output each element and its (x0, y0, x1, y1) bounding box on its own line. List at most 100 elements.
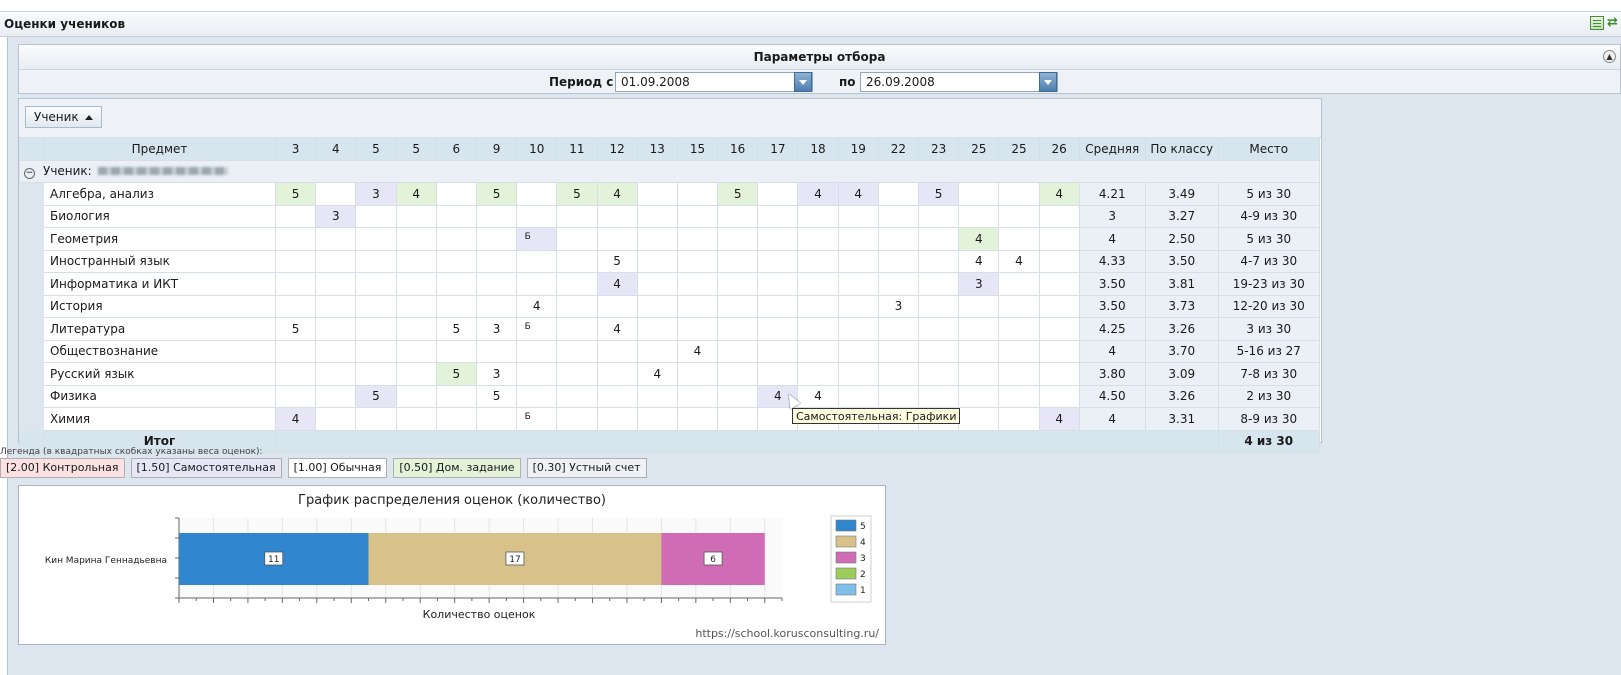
grade-cell[interactable] (797, 249, 839, 273)
grade-cell[interactable] (757, 204, 799, 228)
grade-cell[interactable] (274, 294, 317, 318)
grade-cell[interactable] (636, 204, 678, 228)
column-header-place[interactable]: Место (1217, 137, 1320, 161)
grade-cell[interactable] (556, 317, 598, 341)
table-row[interactable]: История 4 3 3.50 3.73 12-20 из 30 (19, 294, 1320, 318)
grade-cell[interactable] (958, 182, 1000, 206)
grade-cell[interactable] (676, 384, 719, 408)
grade-cell[interactable] (435, 227, 477, 251)
column-header-day[interactable]: 17 (757, 137, 799, 161)
table-row[interactable]: Физика 5 5 4 4 4.50 3.26 2 из 30 (19, 384, 1320, 408)
date-from-field[interactable]: 01.09.2008 (615, 72, 813, 92)
grade-cell[interactable] (958, 407, 1000, 431)
grade-cell[interactable] (596, 227, 638, 251)
grade-cell[interactable] (355, 272, 397, 296)
grade-cell[interactable] (315, 249, 357, 273)
grade-cell[interactable] (757, 339, 799, 363)
grade-cell[interactable] (475, 407, 518, 431)
grade-cell[interactable] (435, 339, 477, 363)
column-header-day[interactable]: 5 (395, 137, 437, 161)
column-header-day[interactable]: 25 (958, 137, 1000, 161)
grade-cell[interactable] (797, 227, 839, 251)
table-row[interactable]: Алгебра, анализ 5 3 4 5 5 4 5 4 4 5 4 4.21 3.49 5 из 3… (19, 182, 1320, 206)
grade-cell[interactable] (355, 249, 397, 273)
grade-cell[interactable] (395, 362, 437, 386)
grade-cell[interactable] (516, 339, 558, 363)
grade-cell[interactable] (556, 407, 598, 431)
grade-cell[interactable] (556, 339, 598, 363)
grade-cell[interactable] (315, 182, 357, 206)
grade-cell[interactable] (717, 339, 759, 363)
grade-cell[interactable] (917, 294, 960, 318)
grade-cell[interactable] (757, 317, 799, 341)
refresh-icon[interactable]: ⇄ (1607, 16, 1619, 30)
grade-cell[interactable] (676, 317, 719, 341)
grade-cell[interactable] (315, 317, 357, 341)
grade-cell[interactable]: 3 (958, 272, 1000, 296)
grade-cell[interactable] (676, 249, 719, 273)
grade-cell[interactable]: 5 (274, 317, 317, 341)
grade-cell[interactable]: 4 (797, 182, 839, 206)
grade-cell[interactable] (998, 294, 1040, 318)
grade-cell[interactable] (1038, 249, 1080, 273)
grade-cell[interactable] (556, 362, 598, 386)
grade-cell[interactable] (516, 182, 558, 206)
grade-cell[interactable] (837, 272, 879, 296)
grade-cell[interactable] (556, 272, 598, 296)
table-row[interactable]: Химия 4 Б 4 4 3.31 8-9 из 30 (19, 407, 1320, 431)
grade-cell[interactable]: Б (516, 317, 558, 341)
grade-cell[interactable] (877, 317, 920, 341)
column-header-day[interactable]: 19 (837, 137, 879, 161)
grade-cell[interactable] (475, 227, 518, 251)
grade-cell[interactable] (636, 339, 678, 363)
grade-cell[interactable] (717, 317, 759, 341)
grade-cell[interactable] (516, 272, 558, 296)
grade-cell[interactable] (958, 339, 1000, 363)
grade-cell[interactable] (717, 272, 759, 296)
grade-cell[interactable] (315, 384, 357, 408)
grade-cell[interactable] (877, 204, 920, 228)
grade-cell[interactable] (1038, 317, 1080, 341)
grade-cell[interactable] (596, 362, 638, 386)
grade-cell[interactable]: 5 (596, 249, 638, 273)
table-row[interactable]: Русский язык 5 3 4 3.80 3.09 7-8 из 30 (19, 362, 1320, 386)
grade-cell[interactable] (877, 227, 920, 251)
grade-cell[interactable]: 5 (435, 317, 477, 341)
column-header-day[interactable]: 4 (315, 137, 357, 161)
grade-cell[interactable] (355, 294, 397, 318)
grade-cell[interactable] (395, 317, 437, 341)
grade-cell[interactable] (274, 204, 317, 228)
grade-cell[interactable] (958, 294, 1000, 318)
grade-cell[interactable] (917, 339, 960, 363)
grade-cell[interactable]: 5 (475, 182, 518, 206)
grade-cell[interactable] (435, 249, 477, 273)
column-header-day[interactable]: 23 (917, 137, 960, 161)
grade-cell[interactable]: 4 (596, 182, 638, 206)
grade-cell[interactable] (274, 384, 317, 408)
grade-cell[interactable] (717, 407, 759, 431)
grade-cell[interactable]: 4 (958, 227, 1000, 251)
grade-cell[interactable] (516, 362, 558, 386)
column-header-day[interactable]: 12 (596, 137, 638, 161)
grade-cell[interactable]: 4 (1038, 407, 1080, 431)
grade-cell[interactable]: 4 (837, 182, 879, 206)
grade-cell[interactable] (556, 227, 598, 251)
grade-cell[interactable] (435, 294, 477, 318)
export-spreadsheet-icon[interactable] (1590, 16, 1604, 30)
grade-cell[interactable] (596, 407, 638, 431)
grade-cell[interactable] (757, 227, 799, 251)
grade-cell[interactable]: 3 (877, 294, 920, 318)
grade-cell[interactable] (1038, 204, 1080, 228)
grade-cell[interactable] (917, 249, 960, 273)
grade-cell[interactable] (998, 227, 1040, 251)
grade-cell[interactable] (877, 362, 920, 386)
group-by-student-button[interactable]: Ученик (25, 106, 102, 128)
table-row[interactable]: Биология 3 3 3.27 4-9 из 30 (19, 204, 1320, 228)
grade-cell[interactable] (596, 384, 638, 408)
grade-cell[interactable]: 4 (636, 362, 678, 386)
column-header-day[interactable]: 9 (475, 137, 518, 161)
grade-cell[interactable] (395, 339, 437, 363)
grade-cell[interactable]: 3 (355, 182, 397, 206)
grade-cell[interactable] (757, 272, 799, 296)
grade-cell[interactable] (676, 407, 719, 431)
